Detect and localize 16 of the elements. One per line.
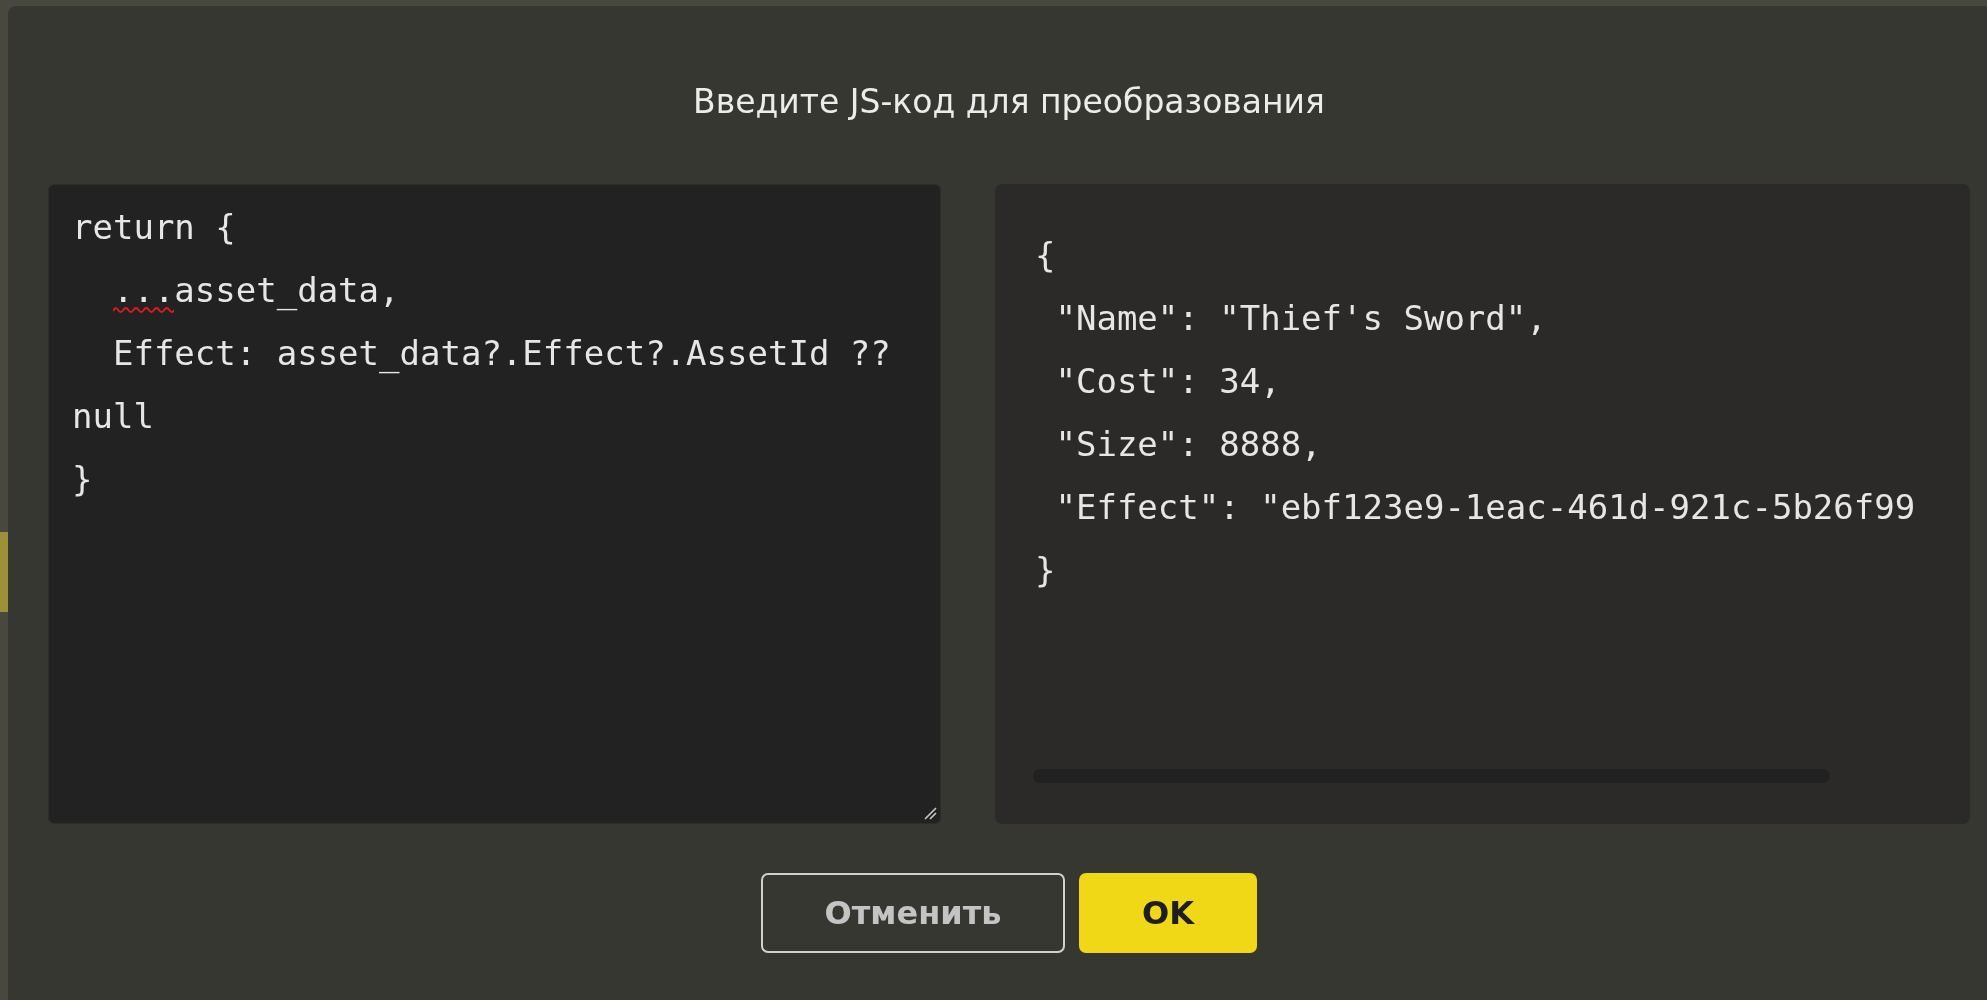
- cancel-button[interactable]: Отменить: [761, 873, 1065, 953]
- json-line: "Name": "Thief's Sword",: [1054, 297, 1547, 340]
- code-line: null: [72, 395, 154, 438]
- code-editor-field[interactable]: return { ...asset_data, Effect: asset_data?.Effect?.AssetId ?? null }: [48, 184, 941, 824]
- code-line: ...asset_data,: [111, 269, 400, 313]
- code-line: }: [72, 458, 93, 501]
- dialog-title: Введите JS-код для преобразования: [693, 82, 1325, 122]
- json-line: "Cost": 34,: [1054, 360, 1281, 403]
- json-line: {: [1035, 234, 1056, 277]
- code-line: return {: [72, 206, 236, 249]
- ok-button[interactable]: OK: [1079, 873, 1257, 953]
- json-line: }: [1035, 549, 1056, 592]
- code-line: Effect: asset_data?.Effect?.AssetId ??: [111, 332, 891, 376]
- resize-handle-icon[interactable]: [924, 807, 937, 820]
- json-line: "Size": 8888,: [1054, 423, 1322, 466]
- json-line: "Effect": "ebf123e9-1eac-461d-921c-5b26f99: [1054, 486, 1916, 529]
